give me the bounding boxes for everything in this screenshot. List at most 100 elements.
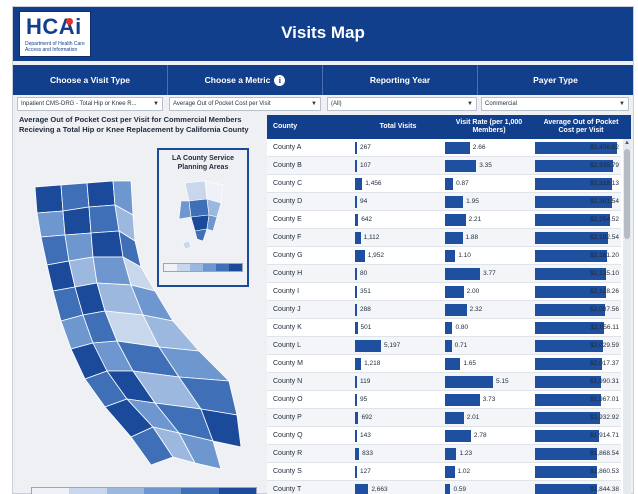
county-cell: County H xyxy=(273,270,303,277)
page-title: Visits Map xyxy=(281,23,365,42)
table-row[interactable]: County K 501 0.80 $2,056.11 xyxy=(267,319,621,337)
cost-value: $2,456.82 xyxy=(590,144,619,151)
table-row[interactable]: County B 107 3.35 $2,335.79 xyxy=(267,157,621,175)
dropdown-value: Inpatient CMS-DRG - Total Hip or Knee R.… xyxy=(21,101,137,107)
cost-value: $2,318.13 xyxy=(590,180,619,187)
table-row[interactable]: County D 94 1.95 $2,301.54 xyxy=(267,193,621,211)
table-row[interactable]: County L 5,197 0.71 $2,029.59 xyxy=(267,337,621,355)
filter-label-year: Reporting Year xyxy=(323,65,478,95)
county-cell: County P xyxy=(273,414,302,421)
county-shape[interactable] xyxy=(36,210,66,238)
service-area-shape[interactable] xyxy=(190,214,210,232)
visits-value: 642 xyxy=(361,216,373,223)
rate-value: 1.95 xyxy=(466,198,479,205)
visits-bar xyxy=(355,466,357,478)
table-row[interactable]: County P 692 2.01 $1,932.92 xyxy=(267,409,621,427)
visits-bar xyxy=(355,376,357,388)
legend-swatch xyxy=(190,264,203,271)
visits-value: 94 xyxy=(360,198,368,205)
rate-value: 0.87 xyxy=(456,180,469,187)
county-shape[interactable] xyxy=(64,232,94,262)
visits-bar xyxy=(355,286,357,298)
cost-value: $1,914.71 xyxy=(590,432,619,439)
visits-bar xyxy=(355,340,381,352)
visit-type-dropdown[interactable]: Inpatient CMS-DRG - Total Hip or Knee R.… xyxy=(17,97,163,111)
chevron-down-icon: ▼ xyxy=(153,101,159,107)
column-header-county[interactable]: County xyxy=(273,115,343,139)
filter-label-visit-type: Choose a Visit Type xyxy=(13,65,168,95)
service-area-shape[interactable] xyxy=(184,180,208,202)
legend-swatch xyxy=(32,488,70,494)
table-row[interactable]: County F 1,112 1.88 $2,192.54 xyxy=(267,229,621,247)
visits-value: 288 xyxy=(360,306,371,313)
rate-bar xyxy=(445,214,466,226)
table-row[interactable]: County C 1,456 0.87 $2,318.13 xyxy=(267,175,621,193)
rate-value: 1.65 xyxy=(463,360,477,367)
year-dropdown[interactable]: (All) ▼ xyxy=(327,97,477,111)
table-row[interactable]: County N 119 5.15 $1,990.31 xyxy=(267,373,621,391)
legend-swatch xyxy=(203,264,216,271)
column-header-rate[interactable]: Visit Rate (per 1,000 Members) xyxy=(449,115,529,139)
county-cell: County M xyxy=(273,360,303,367)
info-icon[interactable]: i xyxy=(274,74,286,86)
county-cell: County J xyxy=(273,306,301,313)
visits-bar xyxy=(355,394,357,406)
rate-bar xyxy=(445,430,471,442)
visits-value: 143 xyxy=(360,432,371,439)
cost-value: $2,254.52 xyxy=(590,216,619,223)
visits-bar xyxy=(355,430,357,442)
county-shape[interactable] xyxy=(62,206,92,236)
payer-dropdown[interactable]: Commercial ▼ xyxy=(481,97,629,111)
table-row[interactable]: County R 833 1.23 $1,868.54 xyxy=(267,445,621,463)
la-service-area-map[interactable] xyxy=(161,177,245,257)
table-row[interactable]: County J 288 2.32 $2,087.56 xyxy=(267,301,621,319)
visits-value: 267 xyxy=(360,144,371,151)
table-body: County A 267 2.66 $2,456.82 County B 107 3.35 $… xyxy=(267,139,621,494)
county-shape[interactable] xyxy=(40,234,70,266)
table-row[interactable]: County H 80 3.77 $2,135.10 xyxy=(267,265,621,283)
county-shape[interactable] xyxy=(86,180,116,208)
rate-bar xyxy=(445,196,464,208)
rate-bar xyxy=(445,394,480,406)
scroll-up-icon[interactable]: ▲ xyxy=(623,139,631,147)
dropdown-value: Commercial xyxy=(485,101,518,107)
county-cell: County C xyxy=(273,180,303,187)
metric-dropdown[interactable]: Average Out of Pocket Cost per Visit ▼ xyxy=(169,97,321,111)
scroll-thumb[interactable] xyxy=(624,149,630,239)
cost-value: $1,990.31 xyxy=(590,378,619,385)
county-shape[interactable] xyxy=(90,230,124,258)
filter-label-text: Choose a Visit Type xyxy=(50,75,130,85)
county-cell: County B xyxy=(273,162,302,169)
table-row[interactable]: County Q 143 2.78 $1,914.71 xyxy=(267,427,621,445)
table-row[interactable]: County S 127 1.02 $1,860.53 xyxy=(267,463,621,481)
rate-bar xyxy=(445,448,457,460)
column-header-visits[interactable]: Total Visits xyxy=(353,115,443,139)
service-area-shape[interactable] xyxy=(188,198,210,218)
cost-value: $2,192.54 xyxy=(590,234,619,241)
table-row[interactable]: County O 95 3.73 $1,967.01 xyxy=(267,391,621,409)
table-scrollbar[interactable]: ▲ xyxy=(623,139,631,494)
county-shape[interactable] xyxy=(88,204,120,234)
table-row[interactable]: County G 1,952 1.10 $2,161.20 xyxy=(267,247,621,265)
chevron-down-icon: ▼ xyxy=(311,101,317,107)
rate-bar xyxy=(445,178,454,190)
column-header-cost[interactable]: Average Out of Pocket Cost per Visit xyxy=(535,115,627,139)
service-area-shape[interactable] xyxy=(206,214,218,232)
visits-bar xyxy=(355,412,359,424)
visits-value: 95 xyxy=(360,396,368,403)
table-row[interactable]: County M 1,218 1.65 $2,017.37 xyxy=(267,355,621,373)
cost-value: $2,029.59 xyxy=(590,342,619,349)
table-row[interactable]: County I 351 2.00 $2,128.26 xyxy=(267,283,621,301)
service-area-shape[interactable] xyxy=(194,228,208,242)
cost-value: $2,301.54 xyxy=(590,198,619,205)
county-shape[interactable] xyxy=(34,184,64,214)
table-row[interactable]: County E 642 2.21 $2,254.52 xyxy=(267,211,621,229)
table-row[interactable]: County T 2,663 0.59 $1,844.38 xyxy=(267,481,621,494)
table-row[interactable]: County A 267 2.66 $2,456.82 xyxy=(267,139,621,157)
legend-swatch xyxy=(218,488,256,494)
county-shape[interactable] xyxy=(60,182,90,212)
service-area-shape[interactable] xyxy=(182,240,192,250)
rate-value: 1.10 xyxy=(458,252,471,259)
visits-bar xyxy=(355,142,357,154)
visits-bar xyxy=(355,358,362,370)
